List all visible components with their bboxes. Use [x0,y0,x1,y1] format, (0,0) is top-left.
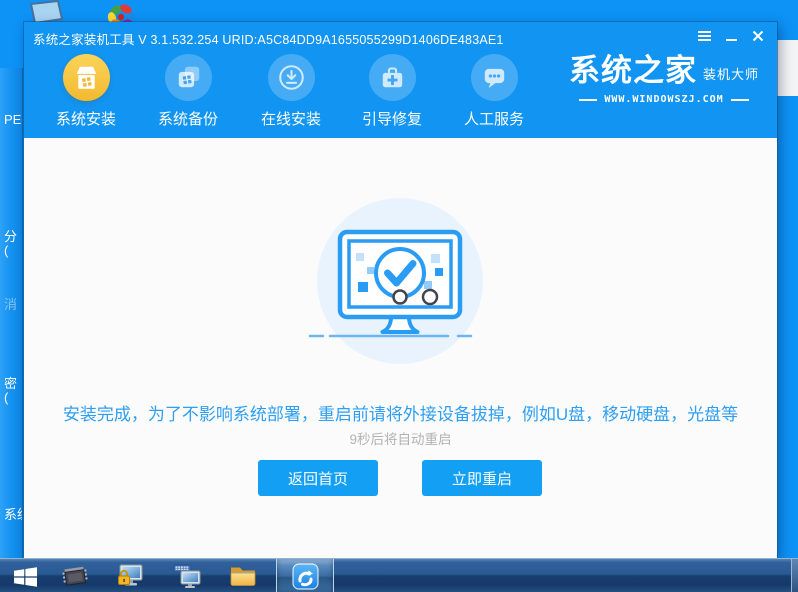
tab-label: 系统安装 [55,111,116,128]
bg-window-text: 系统 [4,507,22,522]
memory-chip-icon[interactable] [58,562,92,590]
brand-logo: 系统之家 装机大师 WWW.WINDOWSZJ.COM [548,55,780,105]
tab-boot-repair[interactable]: 引导修复 [348,54,436,129]
brand-name: 系统之家 [568,53,697,88]
reboot-now-button[interactable]: 立即重启 [422,460,542,496]
tab-system-backup[interactable]: 系统备份 [144,54,232,129]
return-home-button[interactable]: 返回首页 [258,460,378,496]
start-button[interactable] [8,562,42,590]
online-install-icon [267,54,315,101]
brand-site: WWW.WINDOWSZJ.COM [548,94,780,105]
install-box-icon [62,54,110,101]
brand-site-text: WWW.WINDOWSZJ.COM [604,94,724,105]
boot-repair-icon [368,54,416,101]
dash-line [730,98,749,101]
window-title: 系统之家装机工具 V 3.1.532.254 URID:A5C84DD9A165… [33,33,504,47]
monitor-lock-icon[interactable] [112,562,148,590]
bg-window-text: ( [4,243,9,258]
bg-window-text: ( [4,390,9,405]
tab-label: 引导修复 [361,111,422,128]
tab-support[interactable]: 人工服务 [450,54,538,129]
countdown-text: 9秒后将自动重启 [349,432,452,447]
tab-online-install[interactable]: 在线安装 [247,54,335,129]
background-window-right-edge [777,40,798,96]
bg-window-text: 消 [4,297,18,312]
folder-icon[interactable] [226,562,260,590]
installer-window: 系统之家装机工具 V 3.1.532.254 URID:A5C84DD9A165… [24,22,777,558]
monitor-keyboard-icon[interactable] [170,562,204,590]
tab-system-install[interactable]: 系统安装 [42,54,130,129]
brand-subtitle: 装机大师 [702,67,759,82]
tab-label: 人工服务 [463,111,524,128]
tab-label: 系统备份 [157,111,218,128]
support-chat-icon [470,54,518,101]
tab-label: 在线安装 [260,111,321,128]
completion-message: 安装完成，为了不影响系统部署，重启前请将外接设备拔掉，例如U盘，移动硬盘，光盘等 [62,405,739,424]
show-desktop-button[interactable] [791,559,798,592]
windows-logo-icon [13,567,37,587]
dash-line [579,98,598,101]
window-content: 安装完成，为了不影响系统部署，重启前请将外接设备拔掉，例如U盘，移动硬盘，光盘等… [24,138,777,558]
monitor-check-illustration [308,198,483,364]
taskbar: ENG 14:46 2020/1/10 [0,558,798,592]
window-header: 系统之家装机工具 V 3.1.532.254 URID:A5C84DD9A165… [24,22,777,138]
backup-icon [164,54,212,101]
menu-icon[interactable] [695,28,713,43]
close-icon[interactable] [749,28,767,43]
zhuangji-app-icon [291,562,319,590]
taskbar-active-app[interactable] [276,559,334,592]
background-window-strip[interactable]: PE 分 ( 消 密 ( 系统 [0,68,23,558]
minimize-icon[interactable] [722,28,740,43]
bg-window-text: PE [4,112,22,127]
